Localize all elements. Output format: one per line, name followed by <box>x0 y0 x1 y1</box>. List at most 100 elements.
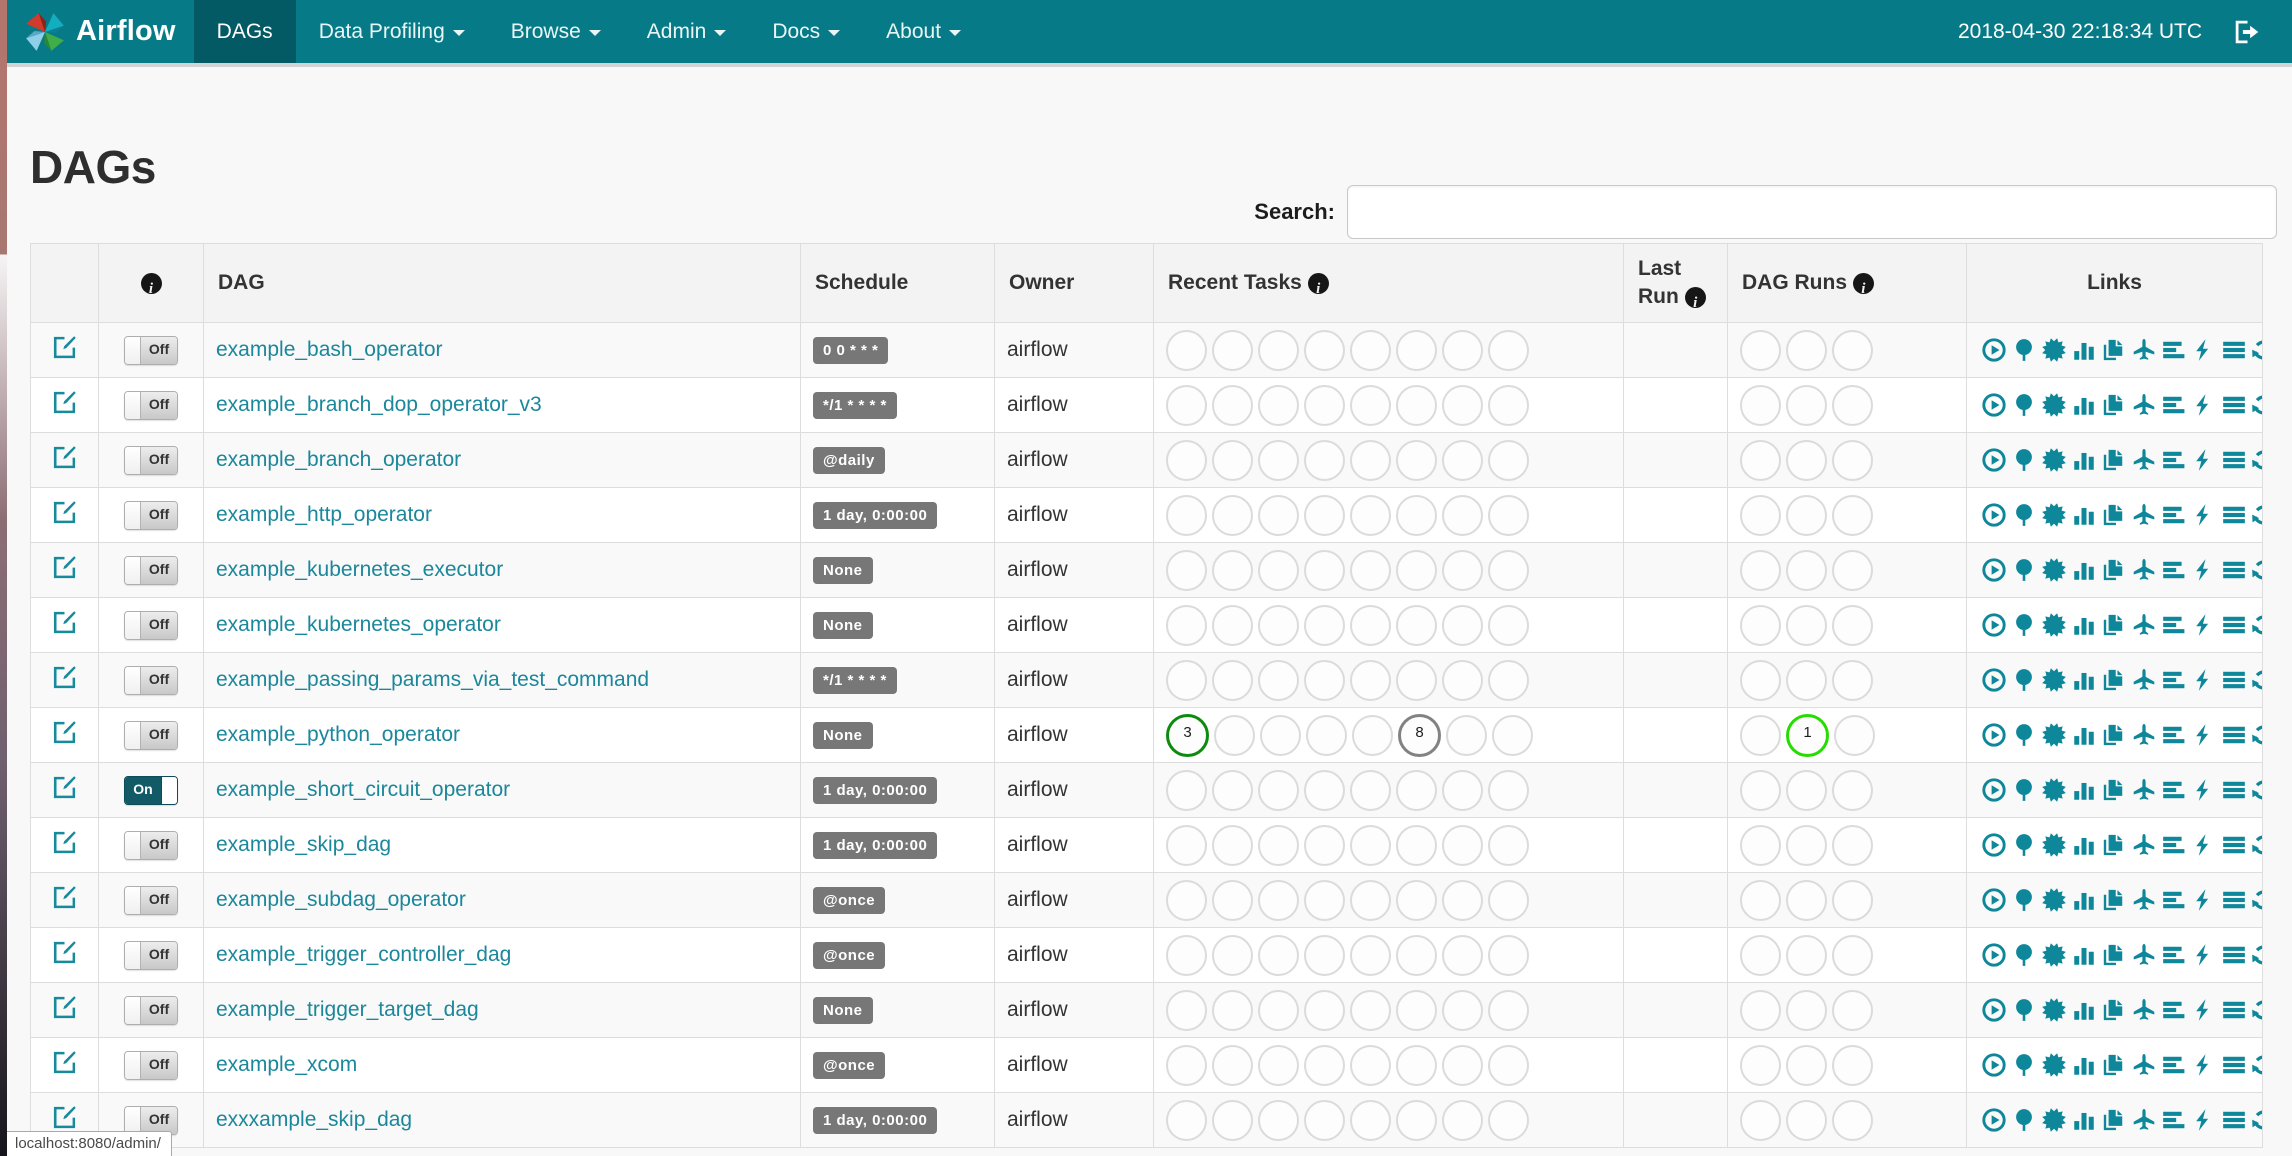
recent-task-circle-4[interactable] <box>1304 769 1345 811</box>
recent-task-circle-7[interactable] <box>1442 659 1483 701</box>
recent-task-circle-6[interactable] <box>1396 1099 1437 1141</box>
logs-icon[interactable] <box>2221 447 2247 473</box>
dag-run-circle-3[interactable] <box>1832 989 1873 1031</box>
task-tries-icon[interactable] <box>2101 942 2127 968</box>
recent-task-circle-8[interactable] <box>1488 879 1529 921</box>
dag-run-circle-3[interactable] <box>1832 824 1873 866</box>
recent-task-circle-4[interactable] <box>1304 879 1345 921</box>
recent-task-circle-2[interactable] <box>1212 329 1253 371</box>
gantt-icon[interactable] <box>2161 392 2187 418</box>
task-duration-icon[interactable] <box>2071 447 2097 473</box>
dag-run-circle-1[interactable] <box>1740 494 1781 536</box>
task-tries-icon[interactable] <box>2101 997 2127 1023</box>
recent-task-circle-5[interactable] <box>1350 989 1391 1031</box>
edit-dag-icon[interactable] <box>51 884 78 911</box>
landing-times-icon[interactable] <box>2131 887 2157 913</box>
tree-view-icon[interactable] <box>2011 447 2037 473</box>
recent-task-circle-4[interactable] <box>1304 384 1345 426</box>
code-icon[interactable] <box>2191 832 2217 858</box>
dag-run-circle-2[interactable] <box>1786 879 1827 921</box>
recent-task-circle-1[interactable] <box>1166 934 1207 976</box>
task-tries-icon[interactable] <box>2101 612 2127 638</box>
task-duration-icon[interactable] <box>2071 667 2097 693</box>
code-icon[interactable] <box>2191 557 2217 583</box>
refresh-icon[interactable] <box>2251 887 2262 913</box>
task-tries-icon[interactable] <box>2101 1107 2127 1133</box>
task-tries-icon[interactable] <box>2101 502 2127 528</box>
recent-task-circle-1[interactable] <box>1166 659 1207 701</box>
graph-view-icon[interactable] <box>2041 832 2067 858</box>
landing-times-icon[interactable] <box>2131 502 2157 528</box>
edit-dag-icon[interactable] <box>51 334 78 361</box>
landing-times-icon[interactable] <box>2131 612 2157 638</box>
dag-link[interactable]: example_xcom <box>216 1053 357 1076</box>
task-tries-icon[interactable] <box>2101 887 2127 913</box>
logs-icon[interactable] <box>2221 557 2247 583</box>
task-tries-icon[interactable] <box>2101 667 2127 693</box>
gantt-icon[interactable] <box>2161 942 2187 968</box>
task-duration-icon[interactable] <box>2071 337 2097 363</box>
recent-task-circle-5[interactable] <box>1350 384 1391 426</box>
dag-run-circle-2[interactable] <box>1786 439 1827 481</box>
recent-task-circle-2[interactable] <box>1214 714 1255 756</box>
task-duration-icon[interactable] <box>2071 887 2097 913</box>
recent-task-circle-4[interactable] <box>1304 824 1345 866</box>
nav-item-data-profiling[interactable]: Data Profiling <box>296 0 488 63</box>
dag-run-circle-3[interactable] <box>1832 934 1873 976</box>
edit-dag-icon[interactable] <box>51 1049 78 1076</box>
graph-view-icon[interactable] <box>2041 612 2067 638</box>
recent-task-circle-3[interactable] <box>1258 934 1299 976</box>
task-tries-icon[interactable] <box>2101 722 2127 748</box>
landing-times-icon[interactable] <box>2131 1052 2157 1078</box>
trigger-dag-icon[interactable] <box>1981 777 2007 803</box>
gantt-icon[interactable] <box>2161 557 2187 583</box>
search-input[interactable] <box>1347 185 2277 239</box>
dag-pause-toggle[interactable]: Off <box>124 555 178 585</box>
recent-task-circle-5[interactable] <box>1350 549 1391 591</box>
logs-icon[interactable] <box>2221 1052 2247 1078</box>
recent-task-circle-2[interactable] <box>1212 384 1253 426</box>
trigger-dag-icon[interactable] <box>1981 997 2007 1023</box>
dag-pause-toggle[interactable]: Off <box>124 940 178 970</box>
tree-view-icon[interactable] <box>2011 887 2037 913</box>
dag-run-circle-1[interactable] <box>1740 384 1781 426</box>
recent-task-circle-6[interactable] <box>1396 1044 1437 1086</box>
trigger-dag-icon[interactable] <box>1981 1107 2007 1133</box>
dag-run-circle-1[interactable] <box>1740 604 1781 646</box>
recent-task-circle-8[interactable] <box>1488 329 1529 371</box>
landing-times-icon[interactable] <box>2131 667 2157 693</box>
task-duration-icon[interactable] <box>2071 1107 2097 1133</box>
task-tries-icon[interactable] <box>2101 832 2127 858</box>
recent-task-circle-3[interactable] <box>1258 659 1299 701</box>
recent-task-circle-1[interactable] <box>1166 989 1207 1031</box>
code-icon[interactable] <box>2191 667 2217 693</box>
dag-run-circle-3[interactable] <box>1832 329 1873 371</box>
schedule-badge[interactable]: None <box>813 556 873 584</box>
edit-dag-icon[interactable] <box>51 389 78 416</box>
dag-run-circle-2[interactable] <box>1786 659 1827 701</box>
recent-task-circle-6[interactable] <box>1396 439 1437 481</box>
task-duration-icon[interactable] <box>2071 942 2097 968</box>
dag-pause-toggle[interactable]: Off <box>124 830 178 860</box>
recent-task-circle-4[interactable] <box>1304 1044 1345 1086</box>
recent-task-circle-7[interactable] <box>1442 549 1483 591</box>
edit-dag-icon[interactable] <box>51 554 78 581</box>
info-icon[interactable] <box>1684 287 1706 308</box>
trigger-dag-icon[interactable] <box>1981 502 2007 528</box>
refresh-icon[interactable] <box>2251 1107 2262 1133</box>
nav-item-dags[interactable]: DAGs <box>193 0 296 63</box>
task-duration-icon[interactable] <box>2071 777 2097 803</box>
task-duration-icon[interactable] <box>2071 557 2097 583</box>
trigger-dag-icon[interactable] <box>1981 667 2007 693</box>
trigger-dag-icon[interactable] <box>1981 1052 2007 1078</box>
recent-task-circle-6[interactable]: 8 <box>1398 713 1441 757</box>
recent-task-circle-7[interactable] <box>1442 934 1483 976</box>
recent-task-circle-8[interactable] <box>1488 604 1529 646</box>
code-icon[interactable] <box>2191 887 2217 913</box>
schedule-badge[interactable]: None <box>813 611 873 639</box>
task-duration-icon[interactable] <box>2071 832 2097 858</box>
trigger-dag-icon[interactable] <box>1981 337 2007 363</box>
recent-task-circle-5[interactable] <box>1350 1044 1391 1086</box>
code-icon[interactable] <box>2191 337 2217 363</box>
recent-task-circle-6[interactable] <box>1396 769 1437 811</box>
